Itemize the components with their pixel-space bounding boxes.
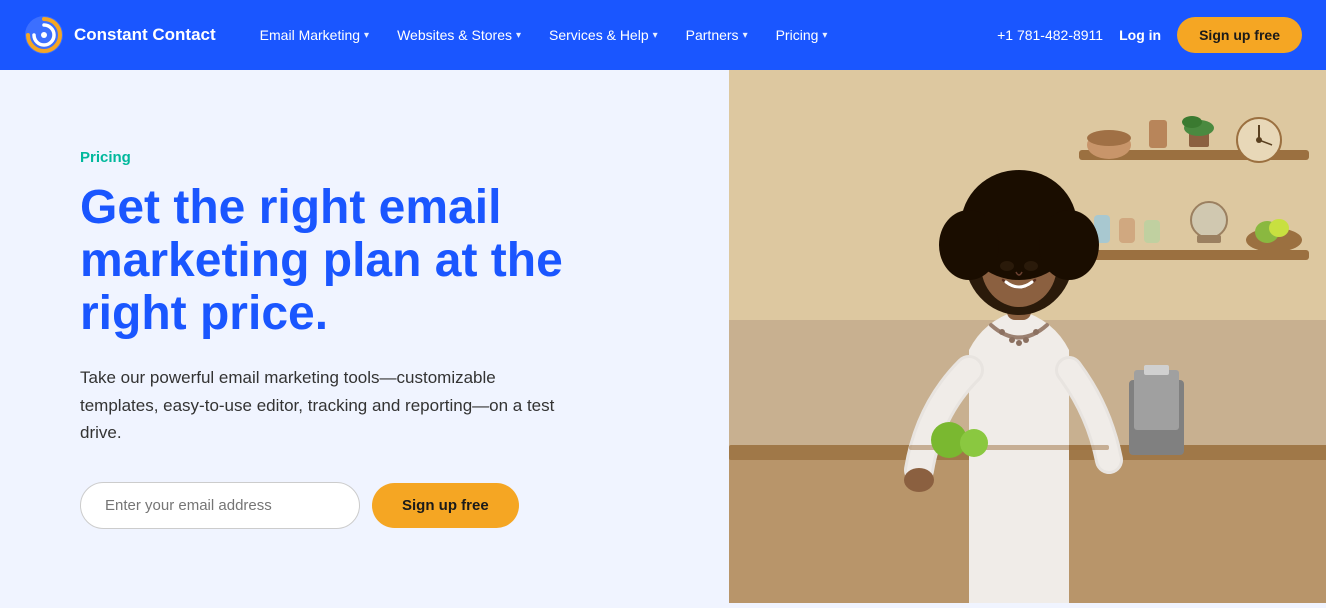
nav-signup-button[interactable]: Sign up free [1177, 17, 1302, 53]
chevron-down-icon: ▾ [822, 30, 827, 41]
chevron-down-icon: ▾ [743, 30, 748, 41]
hero-content: Pricing Get the right email marketing pl… [0, 70, 729, 608]
nav-websites-stores[interactable]: Websites & Stores ▾ [385, 19, 533, 51]
nav-pricing[interactable]: Pricing ▾ [764, 19, 840, 51]
nav-links: Email Marketing ▾ Websites & Stores ▾ Se… [248, 19, 997, 51]
hero-label: Pricing [80, 149, 669, 166]
login-link[interactable]: Log in [1119, 27, 1161, 43]
hero-illustration [729, 70, 1326, 603]
logo-icon [24, 15, 64, 55]
email-input[interactable] [80, 482, 360, 529]
logo-link[interactable]: Constant Contact [24, 15, 216, 55]
nav-services-help[interactable]: Services & Help ▾ [537, 19, 670, 51]
hero-title: Get the right email marketing plan at th… [80, 182, 669, 340]
chevron-down-icon: ▾ [364, 30, 369, 41]
nav-email-marketing[interactable]: Email Marketing ▾ [248, 19, 381, 51]
hero-signup-button[interactable]: Sign up free [372, 483, 519, 528]
hero-form: Sign up free [80, 482, 669, 529]
phone-number: +1 781-482-8911 [997, 27, 1103, 43]
nav-right: +1 781-482-8911 Log in Sign up free [997, 17, 1302, 53]
navbar: Constant Contact Email Marketing ▾ Websi… [0, 0, 1326, 70]
logo-text: Constant Contact [74, 25, 216, 45]
chevron-down-icon: ▾ [653, 30, 658, 41]
hero-section: Pricing Get the right email marketing pl… [0, 70, 1326, 608]
nav-partners[interactable]: Partners ▾ [674, 19, 760, 51]
hero-image [729, 70, 1326, 608]
hero-description: Take our powerful email marketing tools—… [80, 364, 560, 446]
chevron-down-icon: ▾ [516, 30, 521, 41]
